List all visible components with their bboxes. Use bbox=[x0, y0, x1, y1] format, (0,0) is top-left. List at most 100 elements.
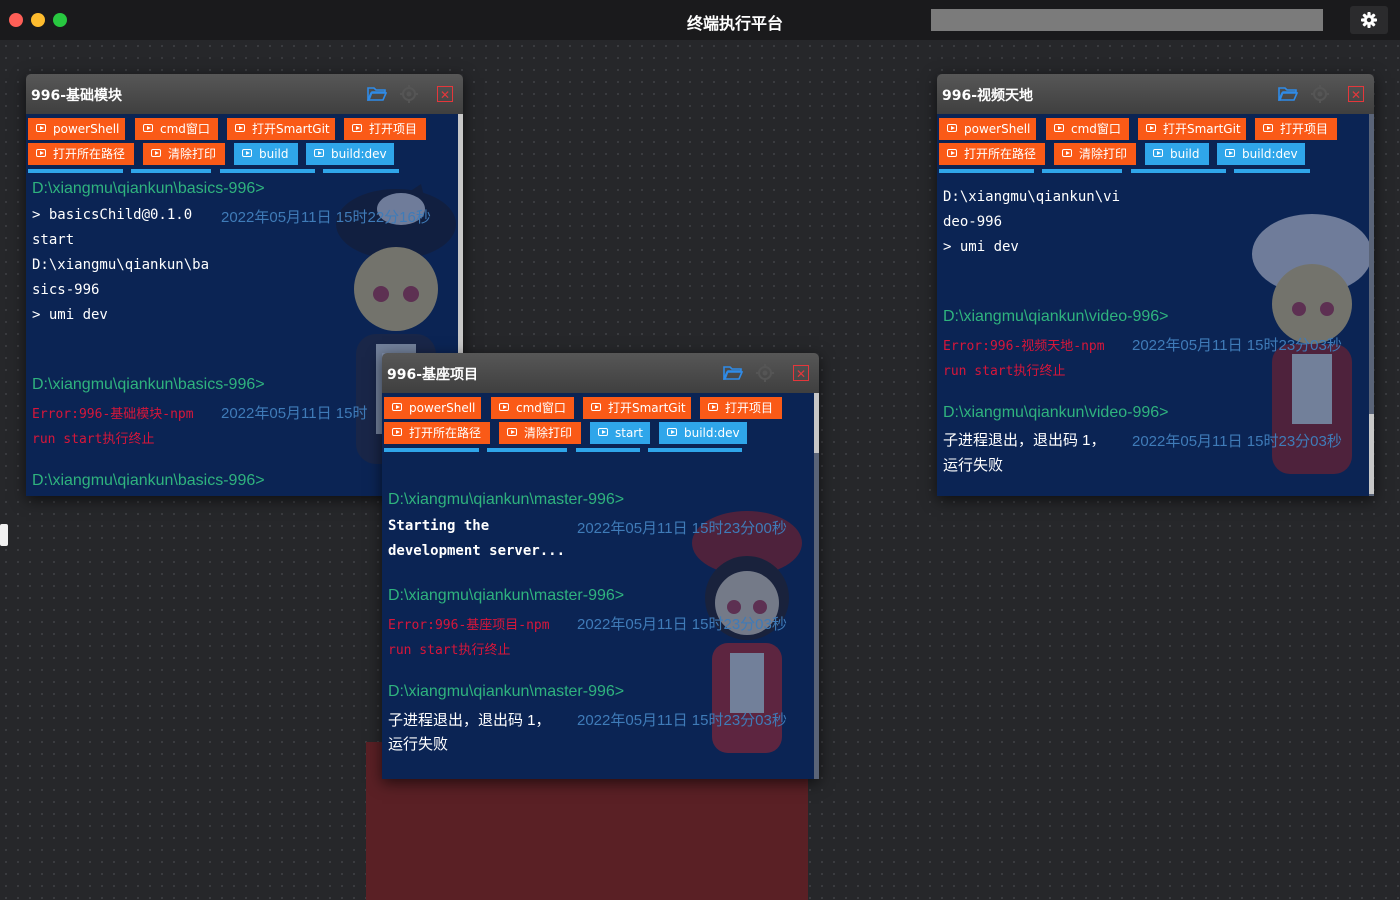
cmd-window-button[interactable]: cmd窗口 bbox=[491, 397, 574, 419]
scrollbar-thumb[interactable] bbox=[814, 393, 819, 453]
play-circle-icon bbox=[1146, 124, 1156, 132]
terminal-path-line: D:\xiangmu\qiankun\video-996> bbox=[943, 308, 1169, 325]
terminal-timestamp: 2022年05月11日 15时23分03秒 bbox=[577, 616, 787, 633]
terminal-path-line: D:\xiangmu\qiankun\master-996> bbox=[388, 491, 625, 508]
open-path-button[interactable]: 打开所在路径 bbox=[939, 143, 1045, 165]
terminal-output[interactable]: powerShell cmd窗口 打开SmartGit 打开项目 打开所在路径 … bbox=[937, 114, 1374, 496]
more-buttons-row[interactable] bbox=[28, 169, 123, 173]
build-dev-button[interactable]: build:dev bbox=[306, 143, 394, 165]
panel-title: 996-基座项目 bbox=[387, 367, 479, 383]
terminal-line: > umi dev bbox=[32, 307, 108, 323]
more-buttons-row[interactable] bbox=[220, 169, 315, 173]
crosshair-icon[interactable] bbox=[755, 363, 775, 383]
build-button[interactable]: build bbox=[234, 143, 298, 165]
open-smartgit-button[interactable]: 打开SmartGit bbox=[583, 397, 691, 419]
play-circle-icon bbox=[591, 403, 601, 411]
open-project-button[interactable]: 打开项目 bbox=[344, 118, 426, 140]
terminal-timestamp: 2022年05月11日 15时23分03秒 bbox=[577, 712, 787, 729]
more-buttons-row[interactable] bbox=[131, 169, 211, 173]
open-path-button[interactable]: 打开所在路径 bbox=[384, 422, 490, 444]
edge-handle[interactable] bbox=[0, 524, 8, 546]
terminal-line: sics-996 bbox=[32, 282, 100, 298]
build-dev-button[interactable]: build:dev bbox=[659, 422, 747, 444]
panel-video-header[interactable]: 996-视频天地 ✕ bbox=[937, 74, 1374, 114]
close-icon[interactable]: ✕ bbox=[791, 363, 811, 383]
cmd-window-button[interactable]: cmd窗口 bbox=[135, 118, 218, 140]
play-circle-icon bbox=[352, 124, 362, 132]
clear-print-button[interactable]: 清除打印 bbox=[1054, 143, 1136, 165]
open-smartgit-button[interactable]: 打开SmartGit bbox=[1138, 118, 1246, 140]
powershell-button[interactable]: powerShell bbox=[384, 397, 481, 419]
terminal-error-line: Error:996-基座项目-npm bbox=[388, 618, 550, 633]
powershell-button[interactable]: powerShell bbox=[28, 118, 125, 140]
open-smartgit-button[interactable]: 打开SmartGit bbox=[227, 118, 335, 140]
open-project-button[interactable]: 打开项目 bbox=[1255, 118, 1337, 140]
window-zoom-dot[interactable] bbox=[53, 13, 67, 27]
terminal-timestamp: 2022年05月11日 15时23分03秒 bbox=[1132, 433, 1342, 450]
terminal-path-line: D:\xiangmu\qiankun\video-996> bbox=[943, 404, 1169, 421]
more-buttons-row[interactable] bbox=[939, 169, 1034, 173]
scrollbar[interactable] bbox=[1369, 114, 1374, 496]
scrollbar-thumb[interactable] bbox=[1369, 414, 1374, 494]
window-close-dot[interactable] bbox=[9, 13, 23, 27]
more-buttons-row[interactable] bbox=[1042, 169, 1122, 173]
start-button[interactable]: start bbox=[590, 422, 650, 444]
terminal-line: 子进程退出，退出码 1， bbox=[388, 712, 551, 729]
play-circle-icon bbox=[1263, 124, 1273, 132]
clear-print-button[interactable]: 清除打印 bbox=[499, 422, 581, 444]
more-buttons-row[interactable] bbox=[648, 448, 742, 452]
more-buttons-row[interactable] bbox=[323, 169, 399, 173]
more-buttons-row[interactable] bbox=[1131, 169, 1226, 173]
powershell-button[interactable]: powerShell bbox=[939, 118, 1036, 140]
play-circle-icon bbox=[708, 403, 718, 411]
play-circle-icon bbox=[598, 428, 608, 436]
window-minimize-dot[interactable] bbox=[31, 13, 45, 27]
terminal-error-line: run start执行终止 bbox=[943, 364, 1066, 379]
open-project-button[interactable]: 打开项目 bbox=[700, 397, 782, 419]
terminal-line: D:\xiangmu\qiankun\ba bbox=[32, 257, 210, 273]
play-circle-icon bbox=[242, 149, 252, 157]
play-circle-icon bbox=[1054, 124, 1064, 132]
settings-button[interactable] bbox=[1350, 6, 1388, 34]
panel-basics-header[interactable]: 996-基础模块 ✕ bbox=[26, 74, 463, 114]
build-button[interactable]: build bbox=[1145, 143, 1209, 165]
panel-master-header[interactable]: 996-基座项目 ✕ bbox=[382, 353, 819, 393]
scrollbar[interactable] bbox=[814, 393, 819, 779]
terminal-path-line: D:\xiangmu\qiankun\basics-996> bbox=[32, 472, 265, 489]
more-buttons-row[interactable] bbox=[576, 448, 640, 452]
clear-print-button[interactable]: 清除打印 bbox=[143, 143, 225, 165]
terminal-line: start bbox=[32, 232, 75, 248]
crosshair-icon[interactable] bbox=[399, 84, 419, 104]
more-buttons-row[interactable] bbox=[384, 448, 479, 452]
terminal-line: deo-996 bbox=[943, 214, 1003, 230]
play-circle-icon bbox=[507, 428, 517, 436]
terminal-output[interactable]: powerShell cmd窗口 打开SmartGit 打开项目 打开所在路径 … bbox=[382, 393, 819, 779]
crosshair-icon[interactable] bbox=[1310, 84, 1330, 104]
terminal-line: development server... bbox=[388, 543, 566, 559]
search-input[interactable] bbox=[931, 9, 1323, 31]
scrollbar-thumb[interactable] bbox=[458, 114, 463, 354]
more-buttons-row[interactable] bbox=[1234, 169, 1310, 173]
folder-open-icon[interactable] bbox=[723, 363, 743, 383]
play-circle-icon bbox=[392, 428, 402, 436]
terminal-line: 运行失败 bbox=[943, 457, 1004, 474]
terminal-error-line: run start执行终止 bbox=[388, 643, 511, 658]
play-circle-icon bbox=[667, 428, 677, 436]
build-dev-button[interactable]: build:dev bbox=[1217, 143, 1305, 165]
play-circle-icon bbox=[947, 149, 957, 157]
terminal-path-line: D:\xiangmu\qiankun\master-996> bbox=[388, 683, 625, 700]
terminal-line: > umi dev bbox=[943, 239, 1019, 255]
play-circle-icon bbox=[314, 149, 324, 157]
cmd-window-button[interactable]: cmd窗口 bbox=[1046, 118, 1129, 140]
open-path-button[interactable]: 打开所在路径 bbox=[28, 143, 134, 165]
terminal-line: 子进程退出，退出码 1， bbox=[943, 432, 1106, 449]
more-buttons-row[interactable] bbox=[487, 448, 567, 452]
play-circle-icon bbox=[36, 124, 46, 132]
folder-open-icon[interactable] bbox=[1278, 84, 1298, 104]
folder-open-icon[interactable] bbox=[367, 84, 387, 104]
character-watermark bbox=[692, 511, 802, 753]
terminal-path-line: D:\xiangmu\qiankun\master-996> bbox=[388, 587, 625, 604]
close-icon[interactable]: ✕ bbox=[1346, 84, 1366, 104]
close-icon[interactable]: ✕ bbox=[435, 84, 455, 104]
play-circle-icon bbox=[392, 403, 402, 411]
